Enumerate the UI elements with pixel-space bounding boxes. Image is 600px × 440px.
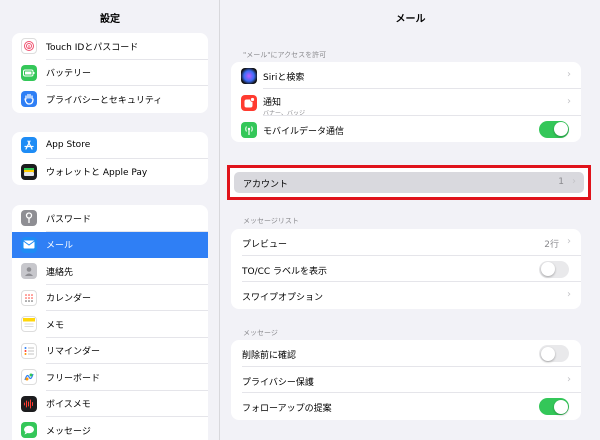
sidebar-item-voice-memos[interactable]: ボイスメモ xyxy=(12,391,208,417)
sidebar-group-3: パスワード メール 連絡先 カレンダー メモ リマインダー フリーボード ボイス… xyxy=(12,205,208,440)
section-header-message-list: メッセージリスト xyxy=(243,217,299,225)
tocc-label: TO/CC ラベルを表示 xyxy=(242,266,328,277)
chevron-right-icon: › xyxy=(567,95,571,107)
swipe-options-row[interactable]: スワイプオプション › xyxy=(231,282,581,309)
fingerprint-icon xyxy=(21,38,37,54)
sidebar-item-battery[interactable]: バッテリー xyxy=(12,60,208,86)
accounts-highlight-box: アカウント 1 › xyxy=(227,165,591,200)
tocc-label-row: TO/CC ラベルを表示 xyxy=(231,256,581,282)
mobile-data-row: モバイルデータ通信 xyxy=(231,116,581,143)
sidebar-item-label: ウォレットと Apple Pay xyxy=(46,168,148,179)
sidebar-item-label: ボイスメモ xyxy=(46,400,91,411)
sidebar-item-reminders[interactable]: リマインダー xyxy=(12,338,208,364)
sidebar-group-2: App Store ウォレットと Apple Pay xyxy=(12,132,208,185)
notifications-row[interactable]: 通知 バナー、バッジ › xyxy=(231,89,581,117)
swipe-options-label: スワイプオプション xyxy=(242,293,324,303)
mobile-data-toggle[interactable] xyxy=(539,120,569,138)
follow-up-suggestions-row: フォローアップの提案 xyxy=(231,393,581,420)
accounts-count: 1 xyxy=(558,177,564,187)
siri-search-label: Siriと検索 xyxy=(263,73,305,83)
notifications-label: 通知 xyxy=(263,97,282,108)
sidebar: 設定 Touch IDとパスコード バッテリー プライバシーとセキュリティ Ap… xyxy=(0,0,220,440)
sidebar-item-contacts[interactable]: 連絡先 xyxy=(12,258,208,285)
messages-group: 削除前に確認 プライバシー保護 › フォローアップの提案 xyxy=(231,340,581,420)
reminders-icon xyxy=(21,342,37,359)
privacy-protection-label: プライバシー保護 xyxy=(242,377,314,388)
follow-up-suggestions-toggle[interactable] xyxy=(539,398,569,415)
wallet-icon xyxy=(21,163,37,180)
sidebar-group-1: Touch IDとパスコード バッテリー プライバシーとセキュリティ xyxy=(12,33,208,113)
sidebar-item-label: カレンダー xyxy=(46,294,92,305)
messages-icon xyxy=(21,422,37,438)
sidebar-item-label: パスワード xyxy=(46,214,92,225)
sidebar-item-label: フリーボード xyxy=(46,373,101,384)
sidebar-title: 設定 xyxy=(100,14,120,25)
voice-memo-icon xyxy=(21,395,37,412)
contacts-icon xyxy=(21,263,37,279)
mail-icon xyxy=(21,236,37,253)
antenna-icon xyxy=(241,121,257,138)
section-header-access: "メール"にアクセスを許可 xyxy=(243,51,327,59)
sidebar-item-freeform[interactable]: フリーボード xyxy=(12,364,208,391)
hand-icon xyxy=(21,91,37,107)
siri-icon xyxy=(241,68,257,84)
sidebar-item-label: メール xyxy=(46,241,74,252)
sidebar-item-label: バッテリー xyxy=(46,69,92,80)
access-group: Siriと検索 › 通知 バナー、バッジ › モバイルデータ通信 xyxy=(231,62,581,142)
sidebar-item-touch-id[interactable]: Touch IDとパスコード xyxy=(12,33,208,60)
key-icon xyxy=(21,210,37,226)
accounts-label: アカウント xyxy=(243,180,289,190)
sidebar-item-mail[interactable]: メール xyxy=(12,231,208,258)
chevron-right-icon: › xyxy=(567,69,571,80)
sidebar-item-wallet[interactable]: ウォレットと Apple Pay xyxy=(12,159,208,186)
sidebar-item-label: プライバシーとセキュリティ xyxy=(46,95,163,106)
chevron-right-icon: › xyxy=(567,373,571,385)
message-list-group: プレビュー 2行 › TO/CC ラベルを表示 スワイプオプション › xyxy=(231,229,581,309)
siri-search-row[interactable]: Siriと検索 › xyxy=(231,62,581,89)
sidebar-item-label: Touch IDとパスコード xyxy=(46,42,139,53)
confirm-delete-row: 削除前に確認 xyxy=(231,340,581,367)
sidebar-item-app-store[interactable]: App Store xyxy=(12,132,208,159)
chevron-right-icon: › xyxy=(567,289,571,300)
page-title: メール xyxy=(395,14,426,25)
notes-icon xyxy=(21,316,37,332)
sidebar-item-label: App Store xyxy=(46,140,91,151)
freeform-icon xyxy=(21,369,37,385)
chevron-right-icon: › xyxy=(572,176,576,187)
tocc-toggle[interactable] xyxy=(539,260,569,278)
preview-label: プレビュー xyxy=(242,240,288,250)
sidebar-item-privacy[interactable]: プライバシーとセキュリティ xyxy=(12,86,208,113)
notifications-icon xyxy=(241,94,257,111)
mail-settings-panel: メール "メール"にアクセスを許可 Siriと検索 › 通知 バナー、バッジ ›… xyxy=(221,0,600,440)
confirm-delete-toggle[interactable] xyxy=(539,345,569,362)
battery-icon xyxy=(21,64,37,81)
sidebar-item-label: リマインダー xyxy=(46,347,101,358)
accounts-row[interactable]: アカウント 1 › xyxy=(234,172,584,193)
sidebar-item-messages[interactable]: メッセージ xyxy=(12,417,208,440)
chevron-right-icon: › xyxy=(567,236,571,247)
confirm-delete-label: 削除前に確認 xyxy=(242,351,297,361)
preview-row[interactable]: プレビュー 2行 › xyxy=(231,229,581,256)
calendar-icon xyxy=(21,289,37,306)
mobile-data-label: モバイルデータ通信 xyxy=(263,126,345,137)
sidebar-item-label: 連絡先 xyxy=(46,267,74,278)
preview-value: 2行 xyxy=(544,240,559,250)
sidebar-item-label: メモ xyxy=(46,320,65,331)
sidebar-item-notes[interactable]: メモ xyxy=(12,311,208,338)
sidebar-item-label: メッセージ xyxy=(46,426,91,437)
sidebar-item-passwords[interactable]: パスワード xyxy=(12,205,208,232)
sidebar-item-calendar[interactable]: カレンダー xyxy=(12,285,208,311)
follow-up-suggestions-label: フォローアップの提案 xyxy=(242,404,332,414)
section-header-messages: メッセージ xyxy=(243,329,278,337)
app-store-icon xyxy=(21,137,37,153)
privacy-protection-row[interactable]: プライバシー保護 › xyxy=(231,367,581,393)
